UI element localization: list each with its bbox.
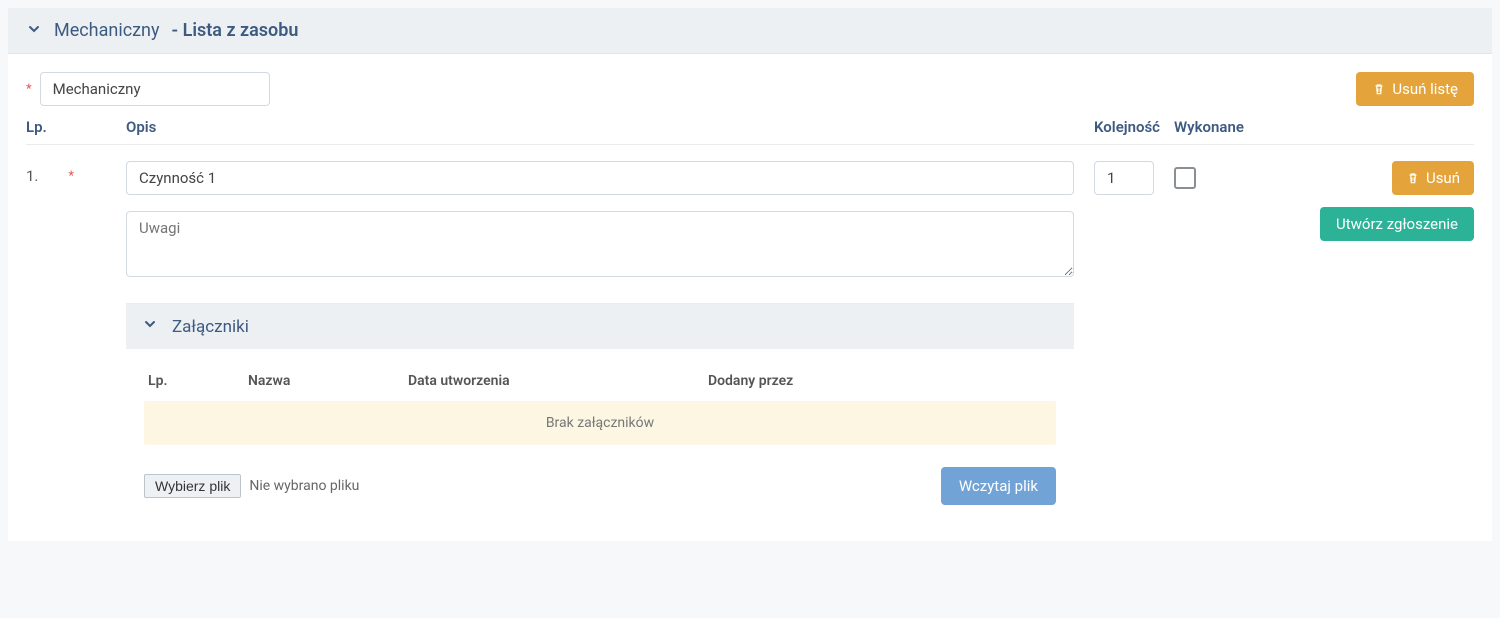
col-kolejnosc: Kolejność bbox=[1094, 118, 1174, 136]
chevron-down-icon bbox=[142, 316, 158, 332]
attachments-title: Załączniki bbox=[172, 317, 249, 337]
delete-row-label: Usuń bbox=[1426, 169, 1460, 187]
delete-row-button[interactable]: Usuń bbox=[1392, 161, 1474, 195]
file-status-label: Nie wybrano pliku bbox=[249, 478, 359, 494]
attachments-empty: Brak załączników bbox=[144, 401, 1056, 445]
row-actions: Usuń Utwórz zgłoszenie bbox=[1274, 161, 1474, 241]
col-opis: Opis bbox=[126, 118, 1094, 136]
attachments-toggle[interactable] bbox=[142, 316, 158, 337]
att-col-lp: Lp. bbox=[148, 373, 248, 389]
row-number: 1. bbox=[26, 167, 38, 185]
task-row: 1. * Załączniki Lp. Na bbox=[26, 145, 1474, 523]
col-wykonane: Wykonane bbox=[1174, 118, 1274, 136]
main-panel: Mechaniczny - Lista z zasobu * Usuń list… bbox=[8, 8, 1492, 541]
trash-icon bbox=[1372, 82, 1386, 96]
attachments-body: Lp. Nazwa Data utworzenia Dodany przez B… bbox=[126, 349, 1074, 523]
lp-cell: 1. * bbox=[26, 161, 126, 185]
done-cell bbox=[1174, 161, 1274, 193]
create-report-button[interactable]: Utwórz zgłoszenie bbox=[1320, 207, 1474, 241]
panel-title-main: Mechaniczny bbox=[54, 20, 160, 41]
task-notes-input[interactable] bbox=[126, 211, 1074, 277]
required-marker: * bbox=[26, 82, 32, 97]
task-description-input[interactable] bbox=[126, 161, 1074, 195]
description-column: Załączniki Lp. Nazwa Data utworzenia Dod… bbox=[126, 161, 1094, 523]
delete-list-label: Usuń listę bbox=[1392, 80, 1458, 98]
trash-icon bbox=[1406, 171, 1420, 185]
attachments-header: Załączniki bbox=[126, 304, 1074, 349]
delete-list-button[interactable]: Usuń listę bbox=[1356, 72, 1474, 106]
column-headers: Lp. Opis Kolejność Wykonane bbox=[26, 106, 1474, 145]
panel-body: * Usuń listę Lp. Opis Kolejność Wykonane… bbox=[8, 54, 1492, 541]
panel-header: Mechaniczny - Lista z zasobu bbox=[8, 8, 1492, 54]
upload-file-button[interactable]: Wczytaj plik bbox=[941, 467, 1056, 505]
order-cell bbox=[1094, 161, 1174, 195]
choose-file-button[interactable]: Wybierz plik bbox=[144, 474, 241, 498]
panel-title-suffix: - Lista z zasobu bbox=[172, 20, 299, 41]
col-lp: Lp. bbox=[26, 118, 126, 136]
attachments-columns: Lp. Nazwa Data utworzenia Dodany przez bbox=[144, 367, 1056, 401]
file-upload-row: Wybierz plik Nie wybrano pliku Wczytaj p… bbox=[144, 467, 1056, 505]
required-marker: * bbox=[68, 169, 74, 184]
order-input[interactable] bbox=[1094, 161, 1154, 195]
att-col-dodany: Dodany przez bbox=[708, 373, 1052, 389]
attachments-panel: Załączniki Lp. Nazwa Data utworzenia Dod… bbox=[126, 303, 1074, 523]
top-row: * Usuń listę bbox=[26, 72, 1474, 106]
att-col-nazwa: Nazwa bbox=[248, 373, 408, 389]
chevron-down-icon bbox=[26, 21, 42, 37]
done-checkbox[interactable] bbox=[1174, 167, 1196, 189]
att-col-data: Data utworzenia bbox=[408, 373, 708, 389]
list-name-input[interactable] bbox=[40, 72, 270, 106]
collapse-toggle[interactable] bbox=[26, 21, 42, 41]
